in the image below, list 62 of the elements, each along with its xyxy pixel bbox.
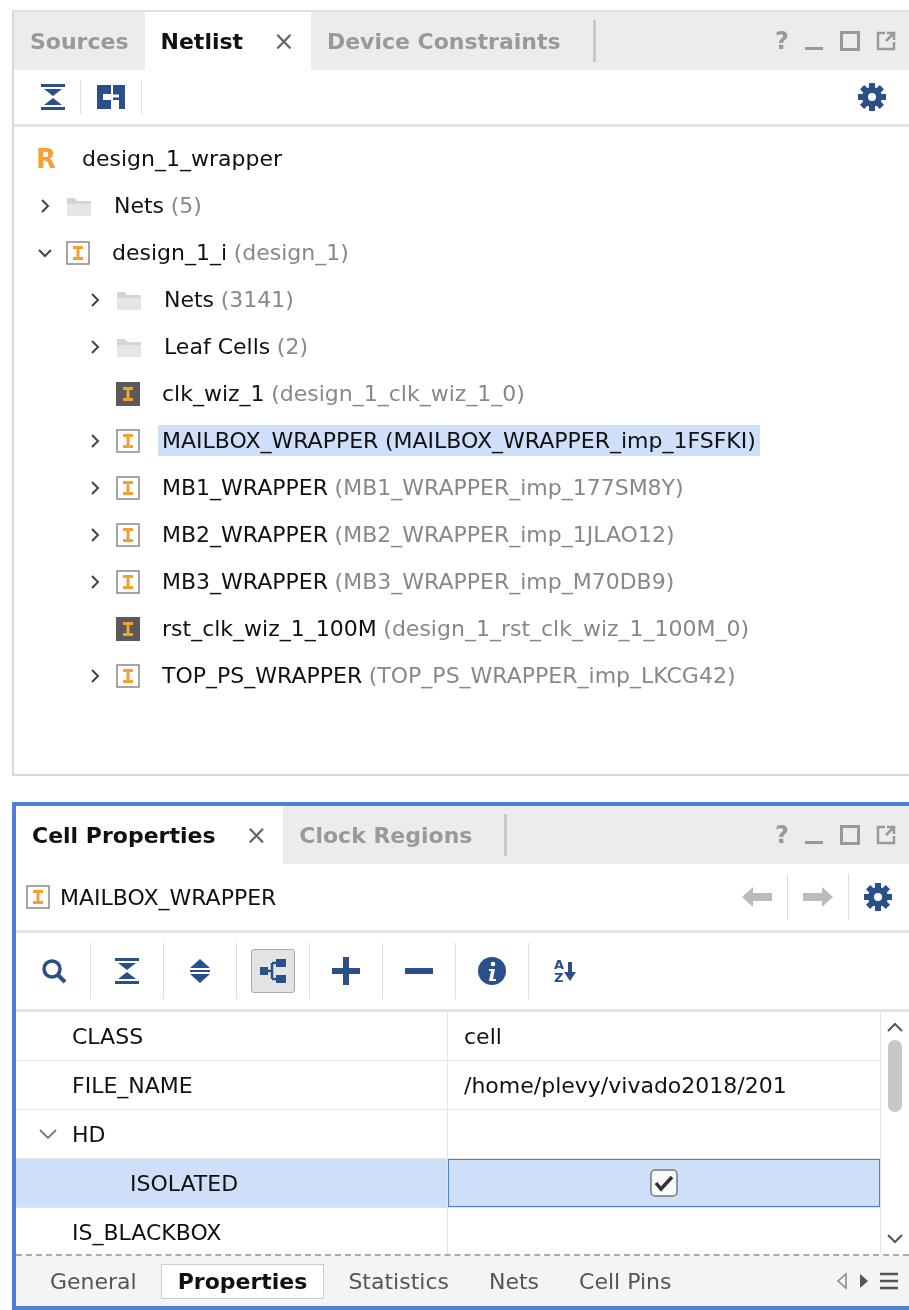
cell-icon: [116, 522, 140, 547]
tree-item[interactable]: design_1_i (design_1): [108, 237, 353, 268]
sort-letters: A Z: [553, 958, 565, 984]
tree-item[interactable]: Nets (3141): [160, 284, 298, 315]
cell-icon: [26, 885, 50, 909]
property-row[interactable]: CLASS cell: [16, 1012, 880, 1061]
tree-item[interactable]: MB3_WRAPPER (MB3_WRAPPER_imp_M70DB9): [158, 566, 679, 597]
hierarchy-icon: [259, 957, 287, 985]
tab[interactable]: Properties: [160, 1263, 325, 1299]
tab[interactable]: Netlist ×: [144, 12, 311, 70]
scroll-down-icon[interactable]: [885, 1232, 905, 1246]
tree-item[interactable]: MB1_WRAPPER (MB1_WRAPPER_imp_177SM8Y): [158, 472, 688, 503]
minus-icon: [405, 968, 433, 974]
tree-item[interactable]: Leaf Cells (2): [160, 331, 312, 362]
settings-icon[interactable]: [863, 882, 893, 912]
tree-item[interactable]: TOP_PS_WRAPPER (TOP_PS_WRAPPER_imp_LKCG42): [158, 660, 740, 691]
scroll-left-icon[interactable]: [835, 1271, 849, 1291]
cell-icon: [116, 569, 140, 594]
scroll-up-icon[interactable]: [885, 1020, 905, 1034]
tab[interactable]: Cell Pins: [563, 1264, 688, 1298]
scrollbar-thumb[interactable]: [888, 1040, 902, 1112]
property-name: ISOLATED: [130, 1170, 239, 1196]
cell-icon: [116, 475, 140, 500]
tab[interactable]: Statistics: [332, 1264, 465, 1298]
tab[interactable]: Nets: [472, 1264, 556, 1298]
hierarchy-button[interactable]: [251, 949, 295, 993]
down-arrow-icon: [564, 960, 577, 982]
object-name: MAILBOX_WRAPPER: [60, 884, 277, 910]
property-name: IS_BLACKBOX: [72, 1219, 222, 1245]
flatten-icon[interactable]: [95, 83, 127, 111]
settings-icon[interactable]: [857, 82, 887, 112]
tree-item[interactable]: rst_clk_wiz_1_100M (design_1_rst_clk_wiz_1_100M_0): [158, 613, 754, 644]
expanded-chevron-icon[interactable]: [38, 1127, 58, 1141]
menu-icon[interactable]: [879, 1271, 899, 1291]
tree-item[interactable]: MB2_WRAPPER (MB2_WRAPPER_imp_1JLAO12): [158, 519, 679, 550]
tree-item[interactable]: MAILBOX_WRAPPER (MAILBOX_WRAPPER_imp_1FSFKI): [158, 425, 760, 456]
tab[interactable]: Cell Properties ×: [16, 806, 284, 864]
leaf-cell-icon: [116, 381, 140, 406]
cell-icon: [116, 428, 140, 453]
tree-item[interactable]: Nets (5): [110, 190, 206, 221]
property-name: FILE_NAME: [72, 1072, 193, 1098]
property-value: cell: [464, 1023, 502, 1049]
collapse-all-icon[interactable]: [40, 83, 66, 111]
property-name: HD: [72, 1121, 106, 1147]
expand-all-icon: [188, 957, 212, 985]
collapse-all-icon: [114, 957, 140, 985]
property-value: /home/plevy/vivado2018/201: [464, 1072, 787, 1098]
info-icon: [477, 956, 507, 986]
plus-icon: [331, 956, 361, 986]
property-row[interactable]: FILE_NAME /home/plevy/vivado2018/201: [16, 1061, 880, 1110]
property-name: CLASS: [72, 1023, 144, 1049]
checkbox[interactable]: [650, 1169, 678, 1197]
cell-icon: [66, 240, 90, 265]
tree-item[interactable]: design_1_wrapper: [78, 143, 286, 174]
tab[interactable]: General: [34, 1264, 153, 1298]
cell-icon: [116, 663, 140, 688]
tree-item[interactable]: clk_wiz_1 (design_1_clk_wiz_1_0): [158, 378, 529, 409]
leaf-cell-icon: [116, 616, 140, 641]
property-row[interactable]: ISOLATED: [16, 1159, 880, 1208]
sort-button[interactable]: A Z: [543, 949, 587, 993]
search-icon: [40, 957, 68, 985]
root-icon: R: [36, 143, 60, 174]
